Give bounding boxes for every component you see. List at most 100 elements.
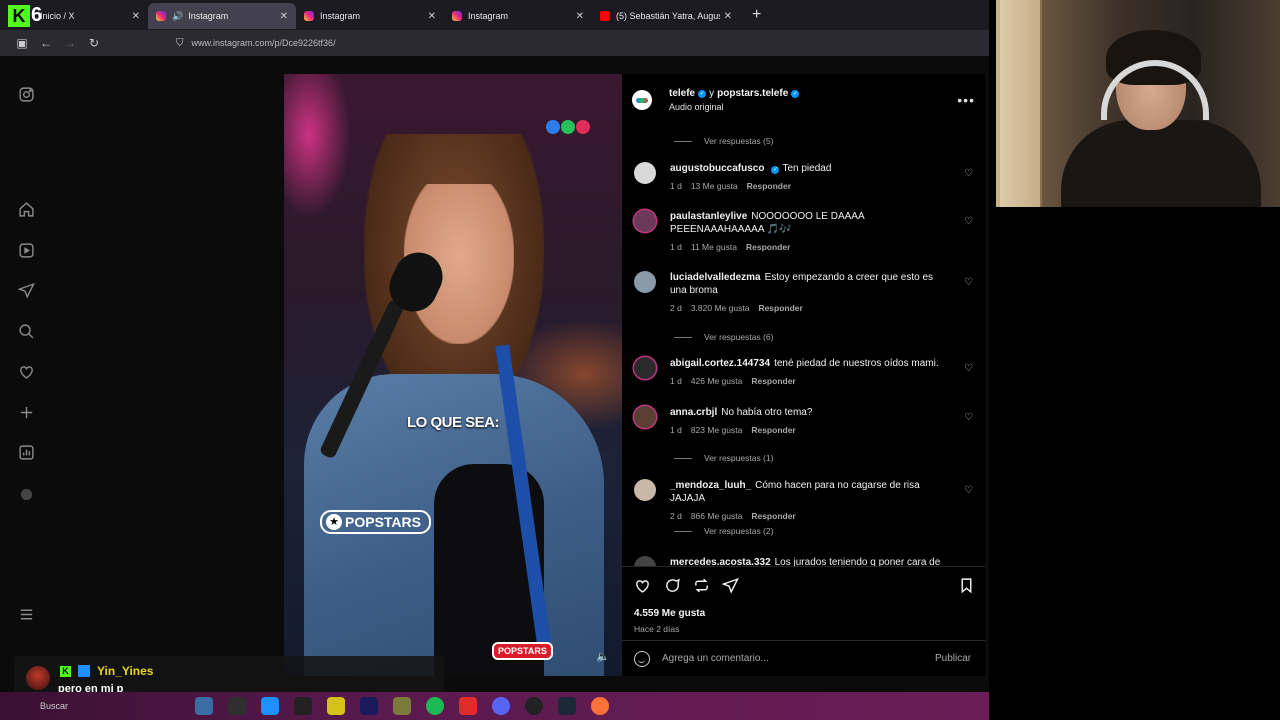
like-comment-icon[interactable]: ♡ bbox=[964, 363, 973, 374]
view-replies-button[interactable]: Ver respuestas (2) bbox=[674, 526, 773, 536]
webcam-feed bbox=[996, 0, 1280, 207]
coauthor-username[interactable]: popstars.telefe bbox=[717, 88, 788, 99]
comment-avatar[interactable] bbox=[634, 357, 656, 379]
like-comment-icon[interactable]: ♡ bbox=[964, 412, 973, 423]
taskbar-search[interactable]: Buscar bbox=[40, 701, 180, 711]
dashboard-icon[interactable] bbox=[16, 442, 36, 462]
view-replies-button[interactable]: Ver respuestas (1) bbox=[674, 453, 773, 463]
author-username[interactable]: telefe bbox=[669, 88, 695, 99]
instagram-icon bbox=[304, 11, 314, 21]
view-replies-button[interactable]: Ver respuestas (6) bbox=[674, 332, 773, 342]
reload-button[interactable]: ↻ bbox=[82, 36, 106, 50]
steam-icon[interactable] bbox=[558, 697, 576, 715]
forward-button[interactable]: → bbox=[58, 36, 82, 50]
save-bookmark-icon[interactable] bbox=[958, 577, 975, 599]
comment-username[interactable]: paulastanleylive bbox=[670, 211, 747, 222]
repost-icon[interactable] bbox=[693, 577, 710, 599]
comment-input[interactable] bbox=[662, 653, 927, 664]
emoji-icon[interactable] bbox=[634, 650, 650, 667]
discord-icon[interactable] bbox=[492, 697, 510, 715]
search-icon[interactable] bbox=[16, 321, 36, 341]
app-icon[interactable] bbox=[393, 697, 411, 715]
comment-likes[interactable]: 426 Me gusta bbox=[691, 376, 743, 386]
comment-avatar[interactable] bbox=[634, 406, 656, 428]
back-button[interactable]: ← bbox=[34, 36, 58, 50]
reply-button[interactable]: Responder bbox=[758, 303, 802, 313]
comments-list[interactable]: Ver respuestas (5) augustobuccafusco ✓ Ten… bbox=[622, 126, 985, 566]
reply-button[interactable]: Responder bbox=[751, 376, 795, 386]
comment-username[interactable]: mercedes.acosta.332 bbox=[670, 557, 771, 566]
close-icon[interactable]: ✕ bbox=[576, 11, 584, 22]
app-icon[interactable] bbox=[294, 697, 312, 715]
new-tab-button[interactable]: + bbox=[752, 6, 761, 24]
comment-avatar[interactable] bbox=[634, 162, 656, 184]
close-icon[interactable]: ✕ bbox=[428, 11, 436, 22]
create-plus-icon[interactable] bbox=[16, 402, 36, 422]
like-comment-icon[interactable]: ♡ bbox=[964, 485, 973, 496]
reply-button[interactable]: Responder bbox=[747, 181, 791, 191]
publish-button[interactable]: Publicar bbox=[935, 653, 971, 664]
site-info-icon[interactable]: ⛉ bbox=[176, 38, 184, 49]
reply-button[interactable]: Responder bbox=[751, 425, 795, 435]
like-icon[interactable] bbox=[634, 577, 651, 599]
speaker-icon[interactable]: 🔊 bbox=[172, 11, 183, 22]
reply-button[interactable]: Responder bbox=[751, 511, 795, 521]
more-options-icon[interactable]: ••• bbox=[957, 92, 975, 108]
comment-avatar[interactable] bbox=[634, 271, 656, 293]
sidebar-toggle-icon[interactable]: ▣ bbox=[10, 36, 34, 50]
comment-username[interactable]: abigail.cortez.144734 bbox=[670, 358, 770, 369]
chat-avatar bbox=[26, 666, 50, 690]
spotify-icon[interactable] bbox=[426, 697, 444, 715]
comment-likes[interactable]: 3.820 Me gusta bbox=[691, 303, 750, 313]
app-icon[interactable] bbox=[261, 697, 279, 715]
close-icon[interactable]: ✕ bbox=[132, 11, 140, 22]
profile-avatar-icon[interactable] bbox=[16, 484, 36, 504]
comment-icon[interactable] bbox=[664, 577, 681, 599]
volume-icon[interactable]: 🔈 bbox=[596, 650, 610, 663]
add-comment-bar: Publicar bbox=[622, 640, 985, 676]
close-icon[interactable]: ✕ bbox=[280, 11, 288, 22]
like-comment-icon[interactable]: ♡ bbox=[964, 277, 973, 288]
tab-instagram[interactable]: Instagram ✕ bbox=[296, 3, 444, 29]
notifications-heart-icon[interactable] bbox=[16, 361, 36, 381]
comment-likes[interactable]: 866 Me gusta bbox=[691, 511, 743, 521]
home-icon[interactable] bbox=[16, 199, 36, 219]
app-icon[interactable] bbox=[360, 697, 378, 715]
tab-instagram-active[interactable]: 🔊 Instagram ✕ bbox=[148, 3, 296, 29]
tab-instagram[interactable]: Instagram ✕ bbox=[444, 3, 592, 29]
like-comment-icon[interactable]: ♡ bbox=[964, 216, 973, 227]
reply-button[interactable]: Responder bbox=[746, 242, 790, 252]
comment-username[interactable]: augustobuccafusco bbox=[670, 163, 764, 174]
view-replies-button[interactable]: Ver respuestas (5) bbox=[674, 136, 773, 146]
close-icon[interactable]: ✕ bbox=[724, 11, 732, 22]
menu-icon[interactable] bbox=[16, 604, 36, 624]
comment-avatar[interactable] bbox=[634, 556, 656, 566]
address-bar[interactable]: ⛉ www.instagram.com/p/Dce9226tf36/ bbox=[176, 38, 336, 49]
browser-toolbar: ▣ ← → ↻ ⛉ www.instagram.com/p/Dce9226tf3… bbox=[0, 30, 989, 56]
comment-likes[interactable]: 823 Me gusta bbox=[691, 425, 743, 435]
like-comment-icon[interactable]: ♡ bbox=[964, 168, 973, 179]
share-icon[interactable] bbox=[721, 577, 739, 599]
reels-icon[interactable] bbox=[16, 240, 36, 260]
comment-likes[interactable]: 13 Me gusta bbox=[691, 181, 738, 191]
comment-avatar[interactable] bbox=[634, 210, 656, 232]
app-icon[interactable] bbox=[327, 697, 345, 715]
comment-likes[interactable]: 11 Me gusta bbox=[691, 242, 737, 252]
messages-icon[interactable] bbox=[16, 280, 36, 300]
comment-username[interactable]: luciadelvalledezma bbox=[670, 272, 761, 283]
reel-video[interactable]: LO QUE SEA: ★ POPSTARS POPSTARS 🔈 bbox=[284, 74, 622, 676]
audio-label[interactable]: Audio original bbox=[669, 102, 802, 112]
tab-youtube[interactable]: (5) Sebastián Yatra, Augusto Ale ✕ bbox=[592, 3, 740, 29]
comment-username[interactable]: _mendoza_luuh_ bbox=[670, 480, 751, 491]
firefox-icon[interactable] bbox=[591, 697, 609, 715]
author-avatar[interactable] bbox=[632, 90, 652, 110]
app-icon[interactable] bbox=[195, 697, 213, 715]
like-count[interactable]: 4.559 Me gusta bbox=[634, 608, 705, 619]
app-icon[interactable] bbox=[228, 697, 246, 715]
comment-username[interactable]: anna.crbjl bbox=[670, 407, 717, 418]
comment-text: tené piedad de nuestros oídos mami. bbox=[774, 358, 939, 369]
vivaldi-icon[interactable] bbox=[459, 697, 477, 715]
obs-icon[interactable] bbox=[525, 697, 543, 715]
instagram-logo-icon[interactable] bbox=[16, 84, 36, 104]
comment-avatar[interactable] bbox=[634, 479, 656, 501]
